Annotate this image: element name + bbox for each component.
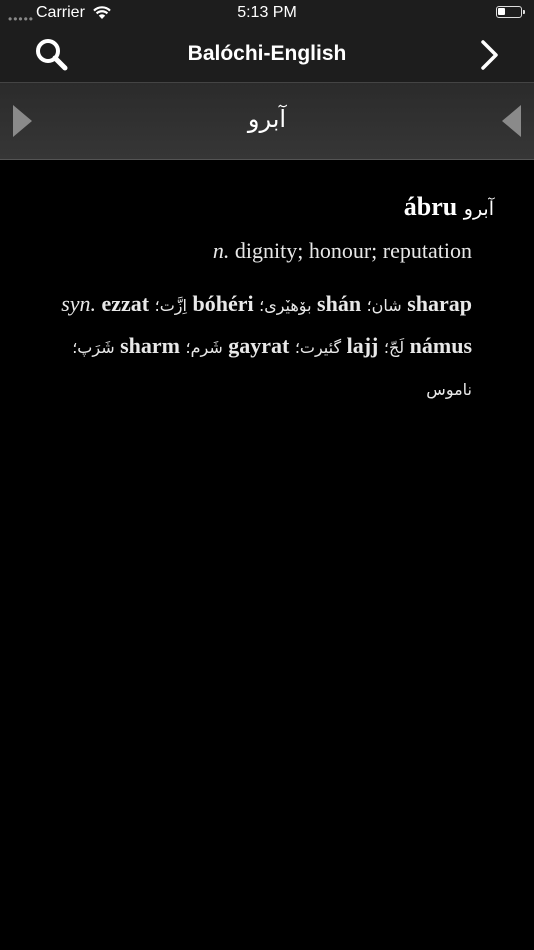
synonyms-block: syn. ezzat اِزَّت؛ bóhéri بۆهیٚری؛ shán … bbox=[28, 284, 472, 410]
synonym-label: syn. bbox=[61, 291, 97, 316]
battery-icon bbox=[496, 6, 525, 18]
status-time: 5:13 PM bbox=[237, 4, 297, 21]
synonym-word: námus bbox=[409, 333, 472, 358]
definition-text: dignity; honour; reputation bbox=[234, 238, 472, 263]
triangle-left-icon bbox=[502, 105, 521, 137]
headword-script: آبرو bbox=[463, 198, 494, 220]
search-button[interactable] bbox=[32, 36, 72, 74]
synonym-word: shán bbox=[317, 291, 362, 316]
headword: ábru bbox=[403, 192, 458, 221]
page-title: Balóchi-English bbox=[187, 42, 347, 65]
synonym-word: sharap bbox=[407, 291, 472, 316]
synonym-item: shán شان؛ bbox=[317, 291, 402, 316]
synonym-script: بۆهیٚری bbox=[264, 296, 312, 315]
synonym-script: شَرَپ bbox=[77, 338, 115, 357]
synonym-item: gayrat گئیرت؛ bbox=[228, 333, 341, 358]
synonym-item: námus ناموس bbox=[410, 333, 472, 400]
entry-headline: ábru آبرو bbox=[404, 192, 494, 222]
synonym-script: ناموس bbox=[426, 380, 472, 399]
synonym-script: شَرم bbox=[190, 338, 223, 357]
next-button[interactable] bbox=[472, 36, 508, 74]
synonym-word: sharm bbox=[120, 333, 180, 358]
synonym-script: اِزَّت bbox=[159, 296, 187, 315]
synonym-item: lajj لَجّ؛ bbox=[347, 333, 405, 358]
word-navigation-bar: آبرو bbox=[0, 82, 534, 160]
definition-line: n. dignity; honour; reputation bbox=[213, 238, 472, 264]
synonym-word: bóhéri bbox=[192, 291, 254, 316]
synonym-script: گئیرت bbox=[299, 338, 342, 357]
status-bar: ••••• Carrier 5:13 PM bbox=[0, 0, 534, 28]
synonym-item: bóhéri بۆهیٚری؛ bbox=[192, 291, 311, 316]
nav-bar: Balóchi-English bbox=[0, 28, 534, 82]
chevron-right-icon bbox=[481, 40, 498, 70]
synonym-word: lajj bbox=[346, 333, 379, 358]
synonym-word: ezzat bbox=[101, 291, 150, 316]
synonym-item: ezzat اِزَّت؛ bbox=[102, 291, 187, 316]
part-of-speech: n. bbox=[212, 238, 230, 263]
synonym-word: gayrat bbox=[228, 333, 290, 358]
current-word: آبرو bbox=[247, 105, 287, 133]
synonym-script: شان bbox=[371, 296, 402, 315]
synonym-script: لَجّ bbox=[388, 338, 405, 357]
next-word-button[interactable] bbox=[498, 105, 524, 137]
search-icon bbox=[36, 39, 68, 71]
synonym-item: sharm شَرم؛ bbox=[120, 333, 223, 358]
